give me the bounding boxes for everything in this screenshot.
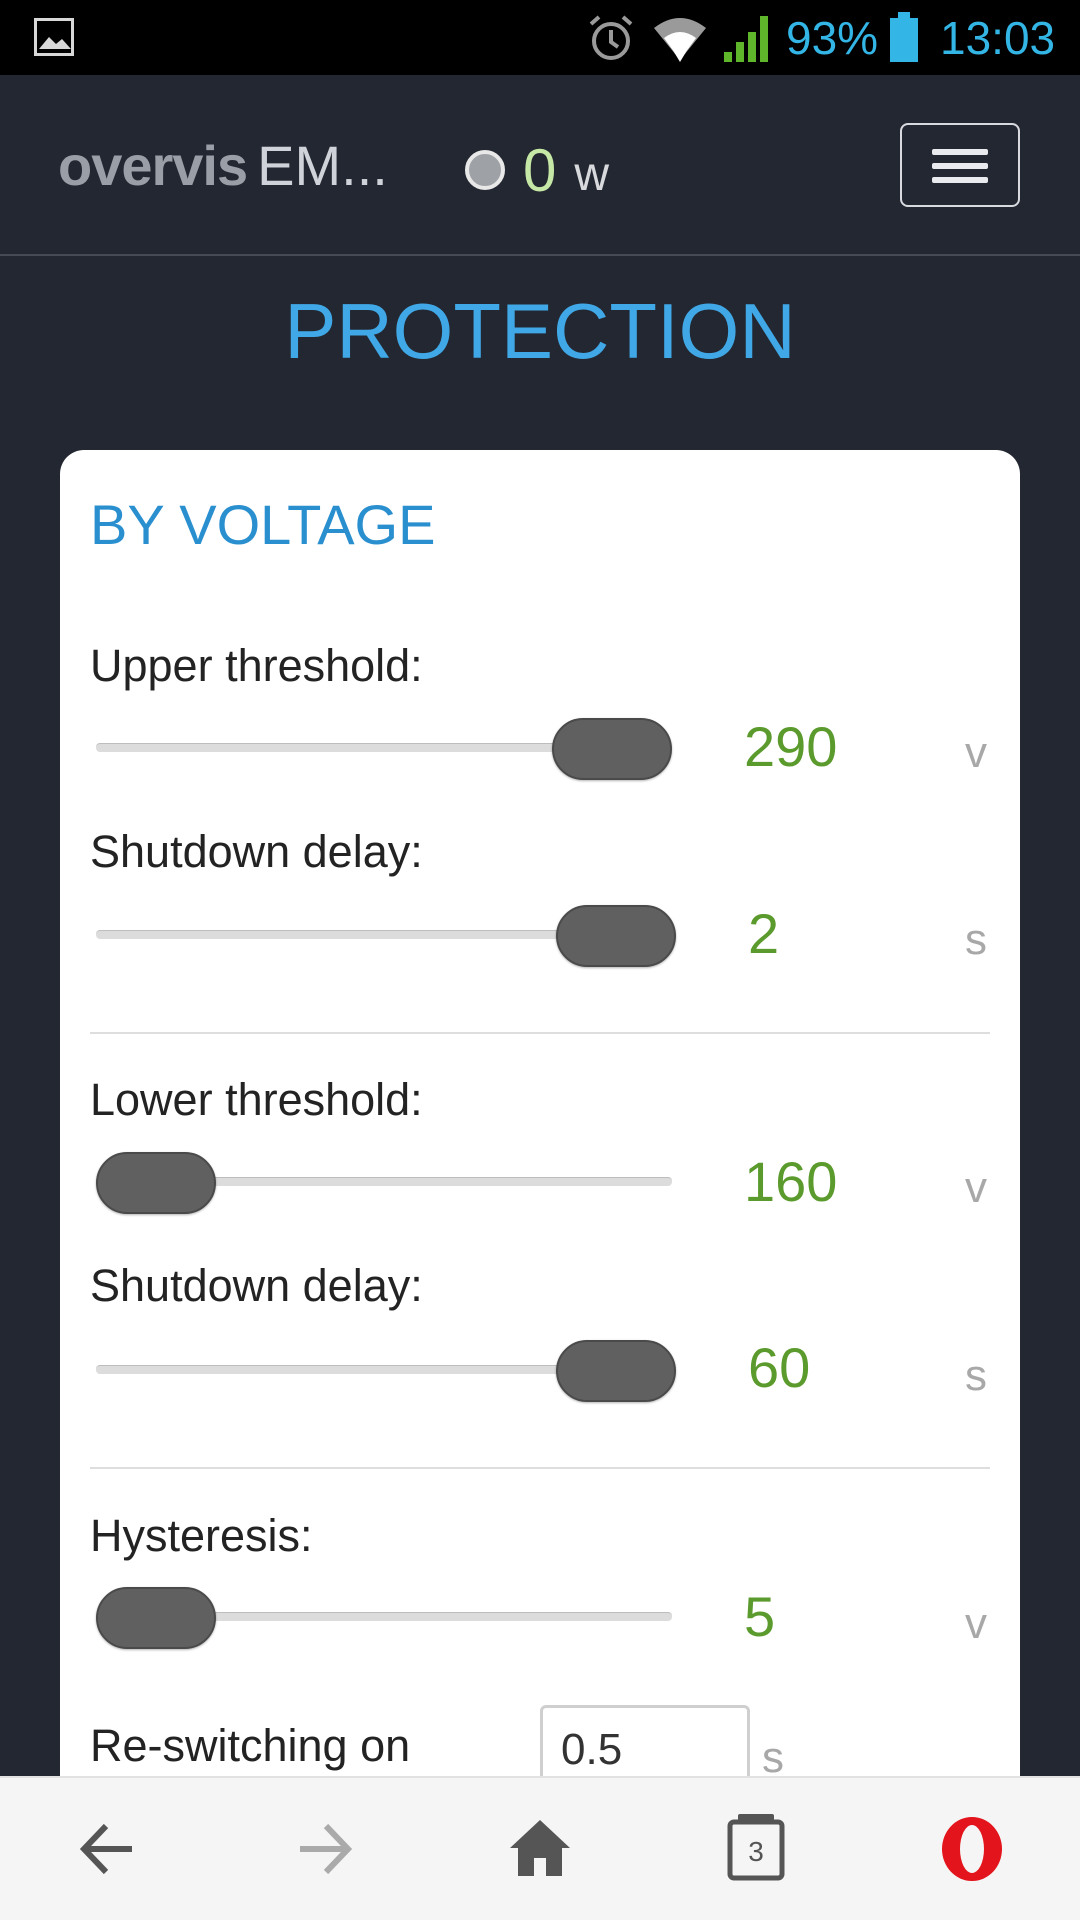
power-value: 0 [523,136,557,204]
lower-threshold-unit: v [965,1163,987,1212]
lower-delay-label: Shutdown delay: [90,1260,423,1311]
brand-logo: overvis [58,134,248,197]
alarm-icon [589,15,633,60]
browser-bottom-bar: 3 [0,1776,1080,1920]
tabs-icon[interactable]: 3 [726,1804,786,1894]
home-icon[interactable] [508,1804,572,1894]
lower-threshold-slider-thumb[interactable] [96,1152,216,1214]
voltage-protection-card: BY VOLTAGE Upper threshold: 290 v Shutdo… [60,450,1020,1800]
hysteresis-unit: v [965,1599,987,1648]
wifi-icon [654,18,706,62]
status-bar: 93% 13:03 [0,0,1080,75]
status-indicator-icon [465,150,505,190]
hysteresis-label: Hysteresis: [90,1510,313,1561]
device-model: EM... [257,134,388,197]
app-header: overvis EM... 0 w [0,75,1080,256]
lower-threshold-label: Lower threshold: [90,1074,423,1125]
card-title: BY VOLTAGE [90,493,436,556]
hysteresis-value: 5 [744,1585,776,1648]
menu-bar [932,163,988,169]
hamburger-menu-icon[interactable] [900,123,1020,207]
upper-delay-unit: s [965,915,987,964]
lower-delay-slider-thumb[interactable] [556,1340,676,1402]
upper-threshold-slider-thumb[interactable] [552,718,672,780]
power-readout: 0 w [465,135,609,205]
menu-bar [932,177,988,183]
upper-threshold-value: 290 [744,715,838,778]
menu-bar [932,149,988,155]
forward-arrow-icon[interactable] [296,1804,352,1894]
gallery-icon [34,18,74,56]
reswitching-label: Re-switching on [90,1720,411,1771]
battery-percent: 93% [786,12,879,64]
lower-threshold-value: 160 [744,1150,838,1213]
page-title: PROTECTION [284,287,796,375]
hysteresis-slider-thumb[interactable] [96,1587,216,1649]
section-divider [90,1467,990,1469]
upper-threshold-unit: v [965,728,987,777]
opera-logo-icon[interactable] [936,1804,1008,1894]
power-unit: w [574,147,610,201]
tabs-count: 3 [748,1836,764,1867]
upper-threshold-label: Upper threshold: [90,640,423,691]
upper-delay-label: Shutdown delay: [90,826,423,877]
section-divider [90,1032,990,1034]
upper-delay-value: 2 [748,902,780,965]
back-arrow-icon[interactable] [80,1804,136,1894]
lower-delay-value: 60 [748,1336,811,1399]
brand[interactable]: overvis EM... [58,131,388,201]
signal-icon [724,16,768,62]
battery-icon [890,12,918,62]
lower-delay-unit: s [965,1351,987,1400]
upper-delay-slider-thumb[interactable] [556,905,676,967]
clock: 13:03 [940,12,1056,64]
